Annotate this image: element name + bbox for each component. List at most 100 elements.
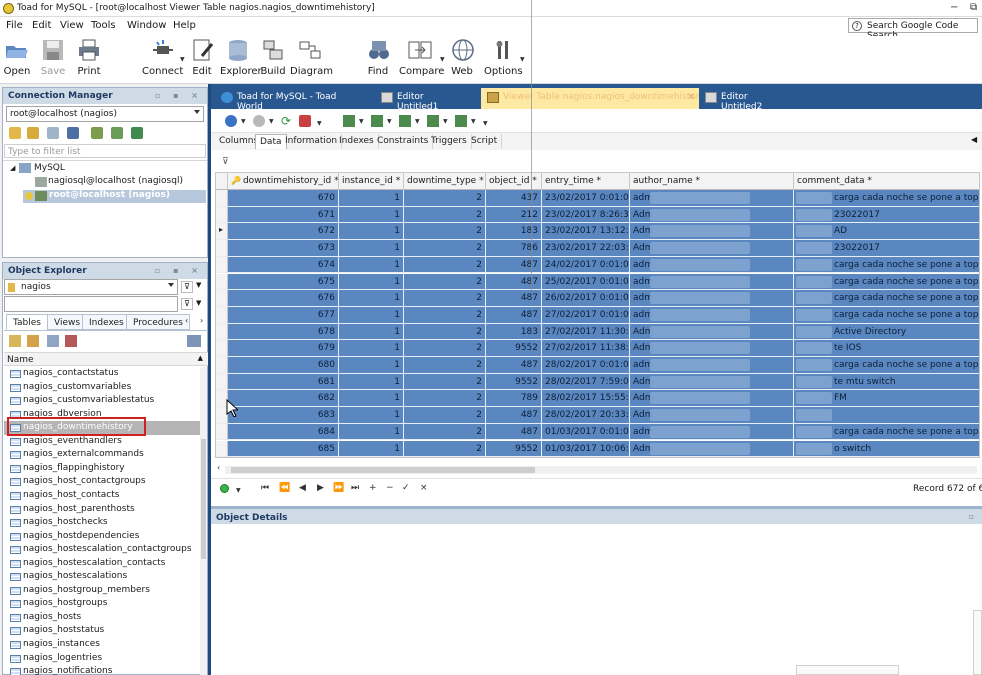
new-connection-icon[interactable]	[9, 127, 21, 139]
filter-dropdown-icon[interactable]: ▼	[196, 281, 201, 289]
table-list-item[interactable]: nagios_logentries	[4, 652, 200, 666]
table-list-item[interactable]: nagios_host_contactgroups	[4, 475, 200, 489]
grid-cell[interactable]: 1	[339, 373, 404, 391]
compare-button[interactable]: Compare	[399, 38, 444, 77]
options-button[interactable]: Options	[484, 38, 523, 77]
row-indicator[interactable]	[216, 290, 228, 307]
grid-cell[interactable]: 2	[404, 206, 486, 224]
grid-cell[interactable]: 23022017	[794, 206, 979, 224]
grid-cell[interactable]: 1	[339, 340, 404, 357]
table-list-item[interactable]: nagios_hostchecks	[4, 516, 200, 530]
compare-dropdown-icon[interactable]: ▼	[440, 56, 445, 63]
grid-cell[interactable]: 9552	[486, 340, 542, 357]
grid-cell[interactable]: 23/02/2017 22:03:55	[542, 240, 630, 257]
grid-cell[interactable]: adm	[630, 357, 794, 374]
grid-cell[interactable]: 487	[486, 256, 542, 274]
row-indicator[interactable]	[216, 340, 228, 357]
table-list-item[interactable]: nagios_hostgroup_members	[4, 584, 200, 598]
grid-cell[interactable]: 789	[486, 390, 542, 408]
row-indicator[interactable]	[216, 323, 228, 341]
diagram-button[interactable]: Diagram	[290, 38, 333, 77]
col-author-name-header[interactable]: author_name *	[630, 173, 794, 190]
row-indicator[interactable]	[216, 357, 228, 374]
row-indicator[interactable]: ▸	[216, 223, 228, 241]
table-list-item[interactable]: nagios_host_contacts	[4, 489, 200, 503]
grid-cell[interactable]: 23022017	[794, 240, 979, 257]
filter-icon[interactable]: ⊽	[181, 298, 193, 310]
grid-tool2-dropdown-icon[interactable]: ▼	[387, 118, 392, 125]
grid-cell[interactable]: carga cada noche se pone a tope y...	[794, 273, 979, 291]
grid-cell[interactable]: 678	[228, 323, 339, 341]
grid-cell[interactable]: 676	[228, 290, 339, 307]
grid-tool4-dropdown-icon[interactable]: ▼	[443, 118, 448, 125]
tab-scroll-icon[interactable]: ◀	[971, 135, 977, 144]
grid-cell[interactable]: 675	[228, 273, 339, 291]
table-list-item[interactable]: nagios_eventhandlers	[4, 435, 200, 449]
grid-cell[interactable]: 2	[404, 373, 486, 391]
duplicate-connection-icon[interactable]	[47, 127, 59, 139]
table-row[interactable]: 684 1 2 487 01/03/2017 0:01:01 adm carga cada …	[216, 423, 979, 441]
prev-record-icon[interactable]: ◀	[299, 483, 306, 493]
grid-cell[interactable]: 1	[339, 440, 404, 457]
grid-cell[interactable]: 2	[404, 357, 486, 374]
table-list-item[interactable]: nagios_host_parenthosts	[4, 503, 200, 517]
first-record-icon[interactable]: ⏮	[261, 483, 269, 493]
grid-cell[interactable]: 681	[228, 373, 339, 391]
tree-root-mysql[interactable]: MySQL	[34, 163, 65, 173]
grid-cell[interactable]: 1	[339, 190, 404, 207]
google-search-box[interactable]: ? Search Google Code Search	[848, 18, 978, 41]
filter-icon[interactable]: ⊽	[181, 281, 193, 293]
grid-cell[interactable]: 1	[339, 407, 404, 424]
grid-tool3-icon[interactable]	[399, 115, 411, 127]
grid-cell[interactable]: 1	[339, 223, 404, 241]
grid-cell[interactable]: adm	[630, 256, 794, 274]
grid-tool3-dropdown-icon[interactable]: ▼	[415, 118, 420, 125]
col-entry-time-header[interactable]: entry_time *	[542, 173, 630, 190]
connection-select[interactable]: root@localhost (nagios)	[6, 106, 204, 122]
import-icon[interactable]	[111, 127, 123, 139]
alter-table-icon[interactable]	[27, 335, 39, 347]
table-row[interactable]: 678 1 2 183 27/02/2017 11:30:53Adm Active Dir…	[216, 323, 979, 341]
create-table-icon[interactable]	[9, 335, 21, 347]
grid-cell[interactable]: AD	[794, 223, 979, 241]
tab-information[interactable]: Information	[281, 134, 343, 149]
col-downtime-type-header[interactable]: downtime_type *	[404, 173, 486, 190]
grid-cell[interactable]: 2	[404, 306, 486, 324]
table-row[interactable]: 673 1 2 786 23/02/2017 22:03:55Adm 23022017	[216, 240, 979, 257]
table-list-item[interactable]: nagios_hostescalation_contacts	[4, 557, 200, 571]
tab-toad-world[interactable]: Toad for MySQL - Toad World	[215, 88, 365, 112]
close-tab-icon[interactable]: ×	[687, 92, 695, 102]
open-button[interactable]: Open	[3, 38, 31, 77]
table-row[interactable]: 671 1 2 212 23/02/2017 8:26:36 Adm 23022017	[216, 206, 979, 224]
grid-cell[interactable]: 27/02/2017 11:30:53	[542, 323, 630, 341]
table-row[interactable]: ▸ 672 1 2 183 23/02/2017 13:12:09Adm AD	[216, 223, 979, 241]
grid-cell[interactable]: adm	[630, 273, 794, 291]
row-indicator[interactable]	[216, 256, 228, 274]
find-button[interactable]: Find	[366, 38, 390, 77]
grid-cell[interactable]: 487	[486, 423, 542, 441]
grid-cell[interactable]: 01/03/2017 0:01:01	[542, 423, 630, 441]
duplicate-table-icon[interactable]	[47, 335, 59, 347]
grid-cell[interactable]: Adm	[630, 440, 794, 457]
menu-help[interactable]: Help	[173, 20, 196, 31]
grid-cell[interactable]: te mtu switch	[794, 373, 979, 391]
table-list-item[interactable]: nagios_hostdependencies	[4, 530, 200, 544]
print-button[interactable]: Print	[76, 38, 102, 77]
table-row[interactable]: 677 1 2 487 27/02/2017 0:01:01 adm carga cada …	[216, 306, 979, 324]
grid-cell[interactable]: 212	[486, 206, 542, 224]
tab-triggers[interactable]: Triggers	[427, 134, 472, 149]
table-list-item[interactable]: nagios_instances	[4, 638, 200, 652]
grid-cell[interactable]: 671	[228, 206, 339, 224]
restore-icon[interactable]: ⧉	[970, 2, 977, 13]
stop-icon[interactable]	[299, 115, 311, 127]
next-page-icon[interactable]: ⏩	[333, 483, 344, 493]
prev-page-icon[interactable]: ⏪	[279, 483, 290, 493]
grid-cell[interactable]: 183	[486, 323, 542, 341]
table-row[interactable]: 670 1 2 437 23/02/2017 0:01:01 adm carga cada …	[216, 190, 979, 207]
grid-cell[interactable]: 674	[228, 256, 339, 274]
grid-cell[interactable]: 680	[228, 357, 339, 374]
grid-cell[interactable]: 1	[339, 357, 404, 374]
status-ok-icon[interactable]	[220, 484, 229, 493]
grid-cell[interactable]: 672	[228, 223, 339, 241]
grid-tool2-icon[interactable]	[371, 115, 383, 127]
